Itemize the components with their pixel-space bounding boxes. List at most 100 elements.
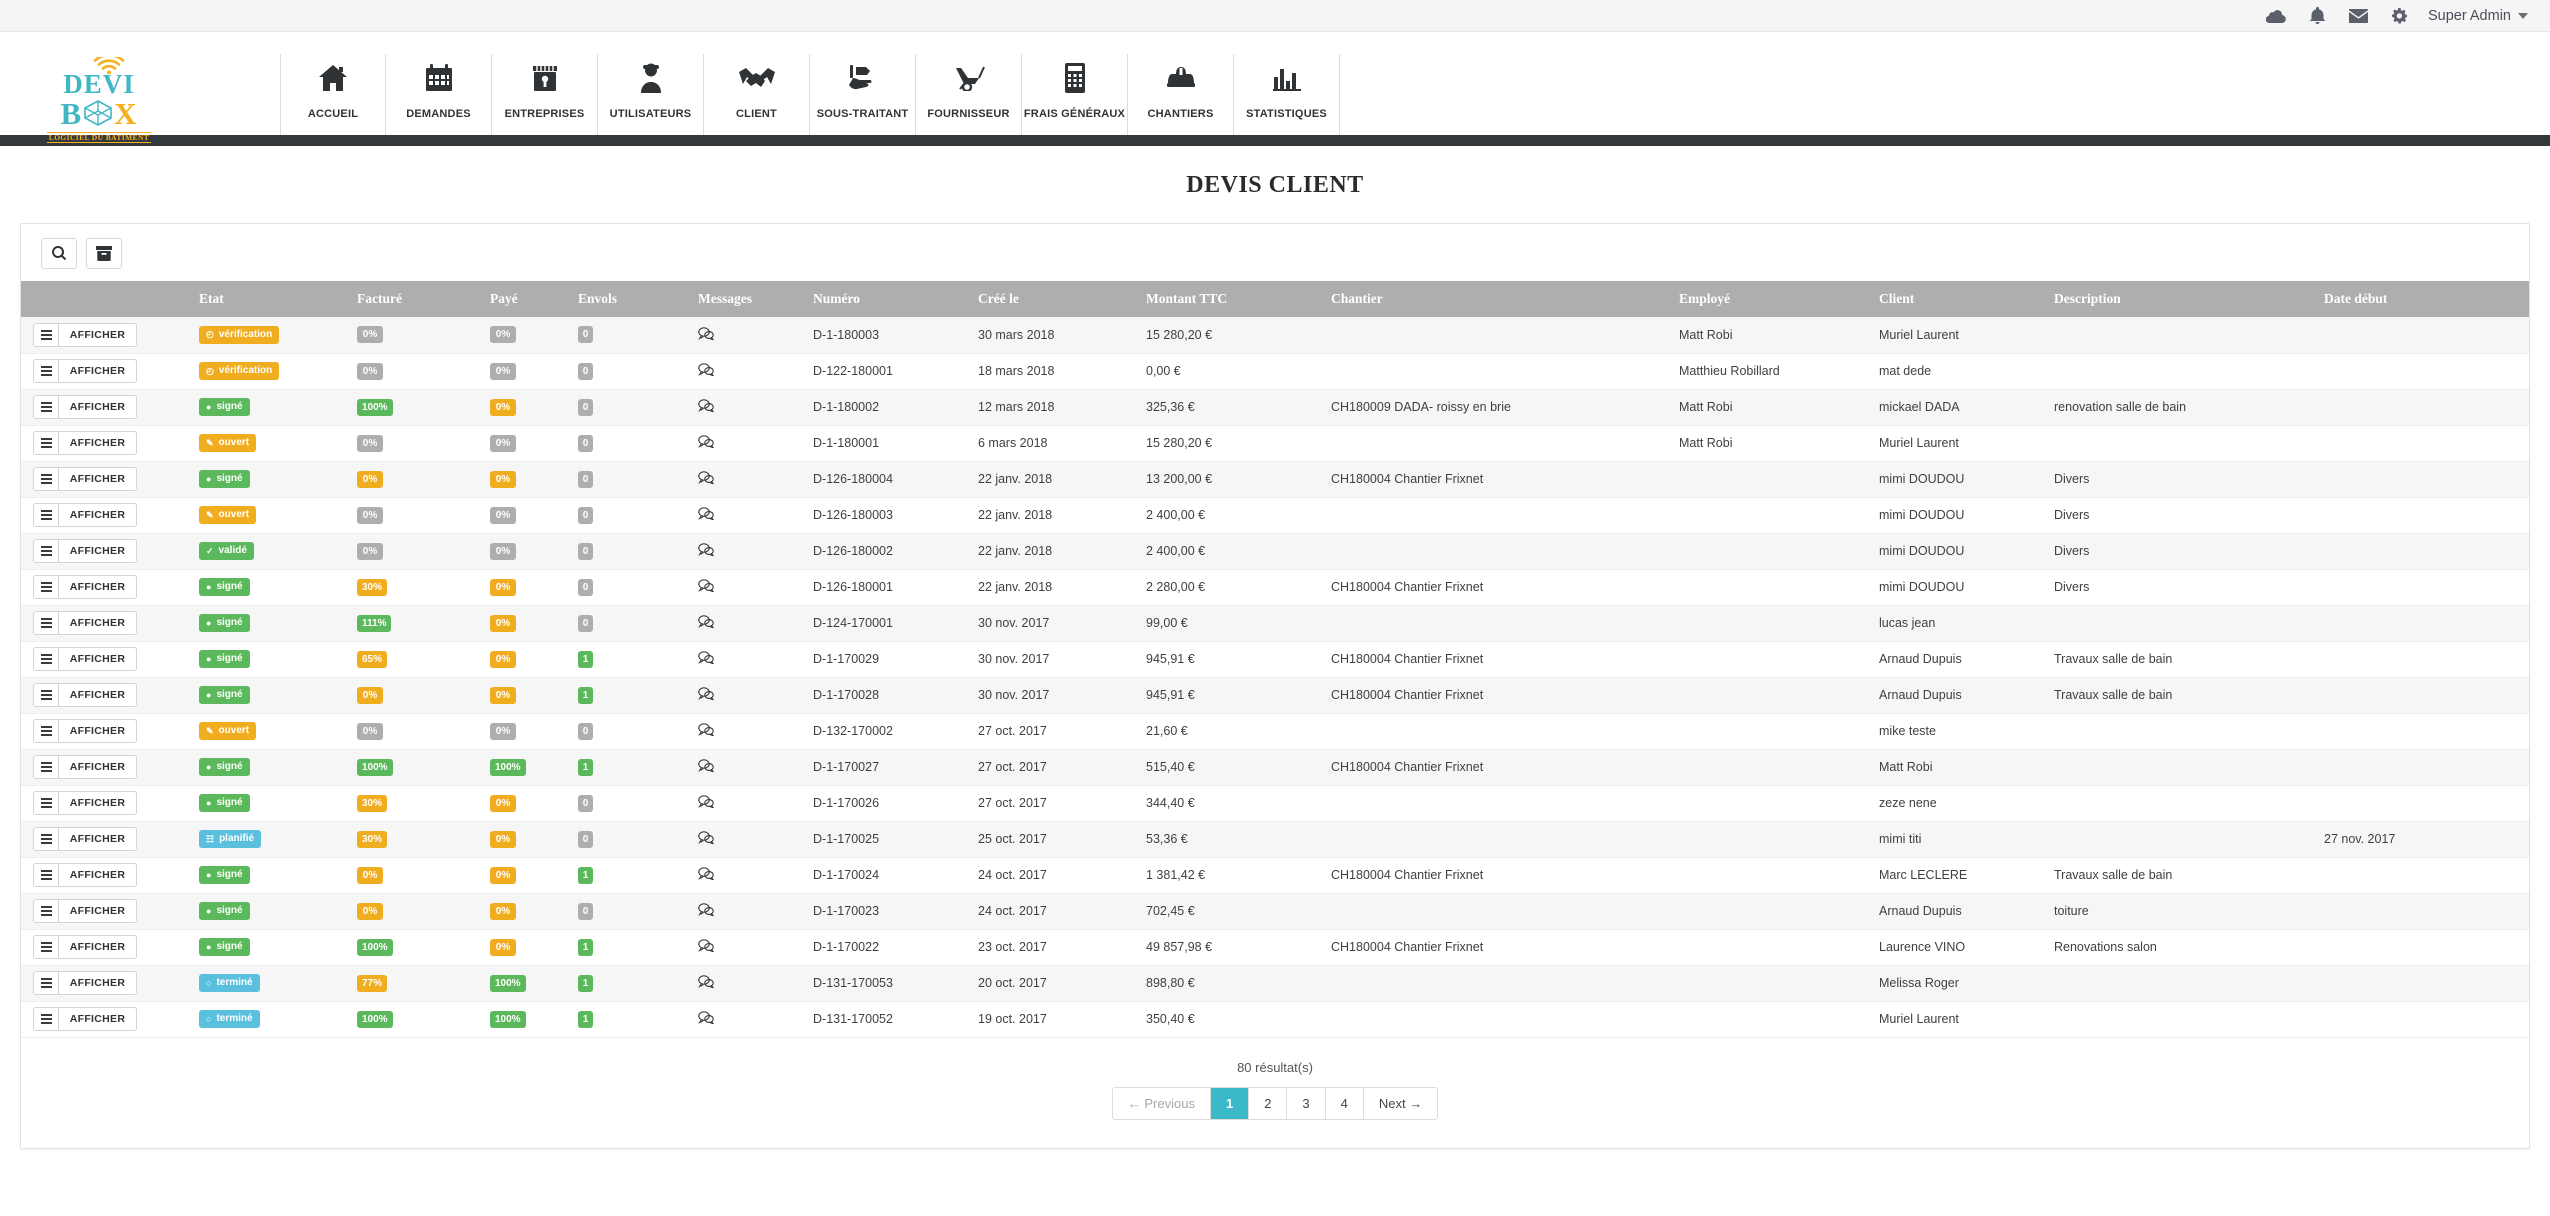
afficher-button[interactable]: AFFICHER: [58, 359, 137, 383]
search-button[interactable]: [41, 238, 77, 269]
afficher-button[interactable]: AFFICHER: [58, 395, 137, 419]
afficher-button[interactable]: AFFICHER: [58, 322, 137, 347]
pagination-item[interactable]: Next →: [1363, 1087, 1438, 1119]
afficher-button[interactable]: AFFICHER: [58, 467, 137, 491]
speech-bubble-icon[interactable]: [698, 903, 714, 916]
afficher-button[interactable]: AFFICHER: [58, 791, 137, 815]
afficher-button[interactable]: AFFICHER: [58, 899, 137, 923]
nav-item-statistiques[interactable]: STATISTIQUES: [1234, 54, 1340, 135]
afficher-button[interactable]: AFFICHER: [58, 1007, 137, 1031]
speech-bubble-icon[interactable]: [698, 507, 714, 520]
hamburger-icon[interactable]: [33, 322, 58, 347]
table-row[interactable]: AFFICHER ✎ ouvert 0% 0% 0 D-132-170002 27 oct. …: [21, 713, 2529, 749]
hamburger-icon[interactable]: [33, 431, 58, 455]
archive-button[interactable]: [86, 238, 122, 269]
th-numero[interactable]: Numéro: [813, 281, 978, 317]
speech-bubble-icon[interactable]: [698, 651, 714, 664]
gear-icon[interactable]: [2391, 7, 2408, 24]
speech-bubble-icon[interactable]: [698, 579, 714, 592]
table-row[interactable]: AFFICHER ● signé 100% 100% 1 D-1-170027 27 oct.…: [21, 749, 2529, 785]
pagination-item[interactable]: ← Previous: [1112, 1087, 1211, 1119]
devibox-logo[interactable]: DEVI B X LOGICIEL DU BATIMENT: [40, 53, 158, 144]
envelope-icon[interactable]: [2348, 8, 2368, 23]
nav-item-utilisateurs[interactable]: UTILISATEURS: [598, 54, 704, 135]
th-chantier[interactable]: Chantier: [1331, 281, 1679, 317]
afficher-button[interactable]: AFFICHER: [58, 827, 137, 851]
pagination-item[interactable]: 4: [1325, 1087, 1364, 1119]
th-employe[interactable]: Employé: [1679, 281, 1879, 317]
table-row[interactable]: AFFICHER ● signé 65% 0% 1 D-1-170029 30 nov. 20…: [21, 641, 2529, 677]
hamburger-icon[interactable]: [33, 755, 58, 779]
speech-bubble-icon[interactable]: [698, 975, 714, 988]
table-row[interactable]: AFFICHER ● signé 0% 0% 1 D-1-170028 30 nov. 201…: [21, 677, 2529, 713]
speech-bubble-icon[interactable]: [698, 615, 714, 628]
hamburger-icon[interactable]: [33, 719, 58, 743]
table-row[interactable]: AFFICHER ✎ ouvert 0% 0% 0 D-126-180003 22 janv.…: [21, 497, 2529, 533]
nav-item-chantiers[interactable]: CHANTIERS: [1128, 54, 1234, 135]
speech-bubble-icon[interactable]: [698, 867, 714, 880]
afficher-button[interactable]: AFFICHER: [58, 503, 137, 527]
table-row[interactable]: AFFICHER ◴ vérification 0% 0% 0 D-1-180003 30 m…: [21, 317, 2529, 353]
table-row[interactable]: AFFICHER ● signé 111% 0% 0 D-124-170001 30 nov.…: [21, 605, 2529, 641]
nav-item-frais-generaux[interactable]: FRAIS GÉNÉRAUX: [1022, 54, 1128, 135]
speech-bubble-icon[interactable]: [698, 723, 714, 736]
bell-icon[interactable]: [2309, 7, 2325, 24]
table-row[interactable]: AFFICHER ● signé 0% 0% 0 D-126-180004 22 janv. …: [21, 461, 2529, 497]
th-date-debut[interactable]: Date début: [2324, 281, 2529, 317]
afficher-button[interactable]: AFFICHER: [58, 863, 137, 887]
cloud-icon[interactable]: [2265, 9, 2286, 23]
table-row[interactable]: AFFICHER ○ terminé 77% 100% 1 D-131-170053 20 o…: [21, 965, 2529, 1001]
hamburger-icon[interactable]: [33, 971, 58, 995]
th-montant-ttc[interactable]: Montant TTC: [1146, 281, 1331, 317]
th-messages[interactable]: Messages: [698, 281, 813, 317]
th-client[interactable]: Client: [1879, 281, 2054, 317]
afficher-button[interactable]: AFFICHER: [58, 683, 137, 707]
th-actions[interactable]: [21, 281, 199, 317]
table-row[interactable]: AFFICHER ● signé 30% 0% 0 D-126-180001 22 janv.…: [21, 569, 2529, 605]
speech-bubble-icon[interactable]: [698, 795, 714, 808]
speech-bubble-icon[interactable]: [698, 759, 714, 772]
hamburger-icon[interactable]: [33, 539, 58, 563]
nav-item-sous-traitant[interactable]: SOUS-TRAITANT: [810, 54, 916, 135]
hamburger-icon[interactable]: [33, 683, 58, 707]
table-row[interactable]: AFFICHER ✎ ouvert 0% 0% 0 D-1-180001 6 mars 201…: [21, 425, 2529, 461]
nav-item-client[interactable]: CLIENT: [704, 54, 810, 135]
hamburger-icon[interactable]: [33, 359, 58, 383]
afficher-button[interactable]: AFFICHER: [58, 719, 137, 743]
hamburger-icon[interactable]: [33, 863, 58, 887]
hamburger-icon[interactable]: [33, 899, 58, 923]
table-row[interactable]: AFFICHER ○ terminé 100% 100% 1 D-131-170052 19 …: [21, 1001, 2529, 1037]
speech-bubble-icon[interactable]: [698, 687, 714, 700]
nav-item-entreprises[interactable]: ENTREPRISES: [492, 54, 598, 135]
hamburger-icon[interactable]: [33, 1007, 58, 1031]
afficher-button[interactable]: AFFICHER: [58, 647, 137, 671]
table-row[interactable]: AFFICHER ● signé 30% 0% 0 D-1-170026 27 oct. 20…: [21, 785, 2529, 821]
speech-bubble-icon[interactable]: [698, 543, 714, 556]
th-cree-le[interactable]: Créé le: [978, 281, 1146, 317]
hamburger-icon[interactable]: [33, 575, 58, 599]
nav-item-accueil[interactable]: ACCUEIL: [280, 54, 386, 135]
speech-bubble-icon[interactable]: [698, 471, 714, 484]
pagination-item[interactable]: 2: [1249, 1087, 1288, 1119]
speech-bubble-icon[interactable]: [698, 831, 714, 844]
speech-bubble-icon[interactable]: [698, 939, 714, 952]
table-row[interactable]: AFFICHER ● signé 0% 0% 1 D-1-170024 24 oct. 201…: [21, 857, 2529, 893]
speech-bubble-icon[interactable]: [698, 1011, 714, 1024]
nav-item-demandes[interactable]: DEMANDES: [386, 54, 492, 135]
hamburger-icon[interactable]: [33, 467, 58, 491]
hamburger-icon[interactable]: [33, 647, 58, 671]
hamburger-icon[interactable]: [33, 827, 58, 851]
afficher-button[interactable]: AFFICHER: [58, 575, 137, 599]
afficher-button[interactable]: AFFICHER: [58, 971, 137, 995]
hamburger-icon[interactable]: [33, 611, 58, 635]
th-envois[interactable]: Envols: [578, 281, 698, 317]
speech-bubble-icon[interactable]: [698, 399, 714, 412]
table-row[interactable]: AFFICHER ◴ vérification 0% 0% 0 D-122-180001 18…: [21, 353, 2529, 389]
table-row[interactable]: AFFICHER ✓ validé 0% 0% 0 D-126-180002 22 janv.…: [21, 533, 2529, 569]
speech-bubble-icon[interactable]: [698, 435, 714, 448]
afficher-button[interactable]: AFFICHER: [58, 935, 137, 959]
pagination-item[interactable]: 3: [1287, 1087, 1326, 1119]
nav-item-fournisseur[interactable]: FOURNISSEUR: [916, 54, 1022, 135]
afficher-button[interactable]: AFFICHER: [58, 431, 137, 455]
hamburger-icon[interactable]: [33, 395, 58, 419]
